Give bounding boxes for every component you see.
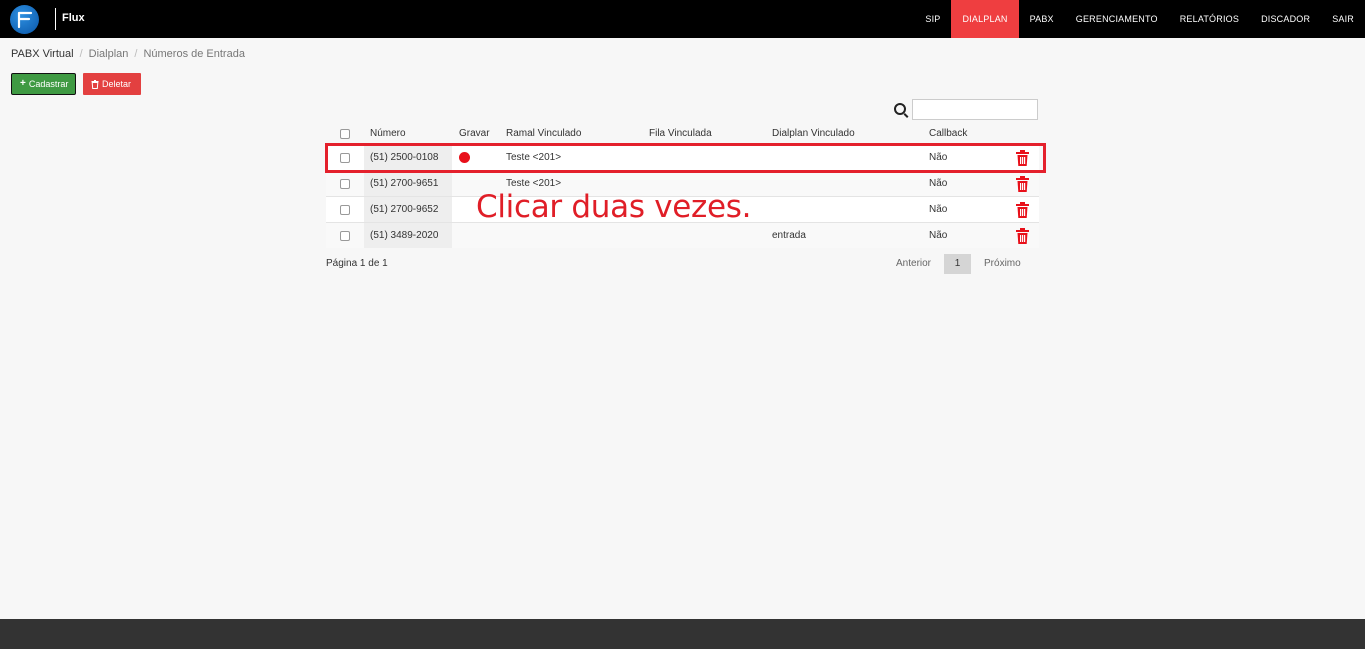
header-ramal[interactable]: Ramal Vinculado (506, 124, 581, 144)
select-all-checkbox[interactable] (340, 129, 350, 139)
brand-divider (55, 8, 56, 30)
breadcrumb-item[interactable]: PABX Virtual (11, 48, 74, 60)
cell-numero: (51) 2700-9651 (370, 178, 439, 189)
delete-button[interactable]: Deletar (83, 73, 141, 95)
nav-item-gerenciamento[interactable]: GERENCIAMENTO (1065, 0, 1169, 38)
nav-item-sair[interactable]: SAIR (1321, 0, 1365, 38)
annotation-text: Clicar duas vezes. (476, 189, 752, 225)
nav-item-sip[interactable]: SIP (914, 0, 951, 38)
row-checkbox[interactable] (340, 205, 350, 215)
search-input[interactable] (912, 99, 1038, 120)
trash-icon[interactable] (1016, 202, 1029, 218)
nav-item-dialplan[interactable]: DIALPLAN (951, 0, 1019, 38)
breadcrumb-separator: / (79, 48, 83, 60)
search-icon[interactable] (894, 103, 906, 115)
cell-dialplan: entrada (772, 230, 806, 241)
breadcrumb-separator: / (134, 48, 138, 60)
breadcrumb: PABX Virtual / Dialplan / Números de Ent… (11, 48, 245, 60)
header-dialplan[interactable]: Dialplan Vinculado (772, 124, 855, 144)
cell-numero: (51) 2700-9652 (370, 204, 439, 215)
row-checkbox[interactable] (340, 231, 350, 241)
flux-logo-icon[interactable] (10, 5, 39, 34)
header-gravar[interactable]: Gravar (459, 124, 490, 144)
footer-bar (0, 619, 1365, 649)
trash-icon[interactable] (1016, 228, 1029, 244)
header-fila[interactable]: Fila Vinculada (649, 124, 712, 144)
trash-icon[interactable] (1016, 176, 1029, 192)
cell-callback: Não (929, 178, 948, 189)
breadcrumb-current: Números de Entrada (143, 48, 245, 60)
cell-numero: (51) 3489-2020 (370, 230, 439, 241)
app-name[interactable]: Flux (62, 12, 85, 24)
top-navbar: Flux SIP DIALPLAN PABX GERENCIAMENTO REL… (0, 0, 1365, 38)
add-button[interactable]: + Cadastrar (11, 73, 76, 95)
row-checkbox[interactable] (340, 179, 350, 189)
highlight-box (325, 143, 1046, 173)
nav-item-discador[interactable]: DISCADOR (1250, 0, 1321, 38)
breadcrumb-item[interactable]: Dialplan (89, 48, 129, 60)
header-callback[interactable]: Callback (929, 124, 967, 144)
prev-page-button[interactable]: Anterior (890, 254, 937, 274)
cell-callback: Não (929, 204, 948, 215)
main-nav: SIP DIALPLAN PABX GERENCIAMENTO RELATÓRI… (914, 0, 1365, 38)
cell-callback: Não (929, 230, 948, 241)
add-button-label: Cadastrar (28, 79, 69, 89)
delete-button-label: Deletar (102, 79, 132, 89)
header-numero[interactable]: Número (370, 124, 406, 144)
trash-icon (91, 79, 99, 89)
table-row[interactable]: (51) 3489-2020 entrada Não (326, 222, 1039, 248)
nav-item-relatorios[interactable]: RELATÓRIOS (1169, 0, 1250, 38)
next-page-button[interactable]: Próximo (978, 254, 1027, 274)
nav-item-pabx[interactable]: PABX (1019, 0, 1065, 38)
table-header: Número Gravar Ramal Vinculado Fila Vincu… (326, 124, 1039, 144)
page-info: Página 1 de 1 (326, 258, 388, 269)
pagination: Anterior 1 Próximo (890, 254, 1027, 274)
current-page-button[interactable]: 1 (944, 254, 972, 274)
plus-icon: + (20, 78, 26, 89)
